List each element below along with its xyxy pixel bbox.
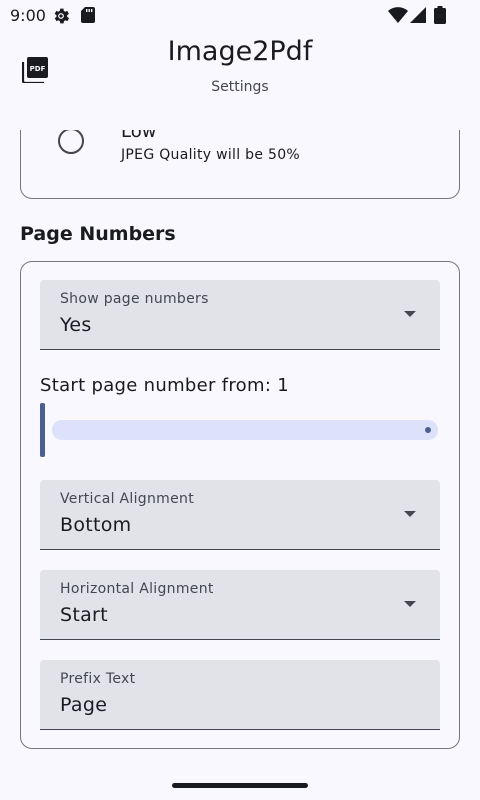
app-title: Image2Pdf: [167, 36, 313, 67]
page-numbers-section-title: Page Numbers: [20, 223, 176, 245]
prefix-text-label: Prefix Text: [60, 671, 136, 687]
settings-scroll-area[interactable]: Low JPEG Quality will be 50% Page Number…: [0, 130, 480, 770]
status-time: 9:00: [10, 6, 46, 25]
app-subtitle: Settings: [211, 79, 269, 95]
vertical-alignment-label: Vertical Alignment: [60, 491, 194, 507]
quality-low-radio[interactable]: [58, 130, 84, 154]
show-page-numbers-label: Show page numbers: [60, 291, 209, 307]
image-quality-card: Low JPEG Quality will be 50%: [20, 130, 460, 199]
vertical-alignment-value: Bottom: [60, 514, 132, 536]
start-page-number-label: Start page number from: 1: [40, 375, 289, 396]
horizontal-alignment-label: Horizontal Alignment: [60, 581, 214, 597]
battery-icon: [434, 6, 446, 24]
dropdown-arrow-icon[interactable]: [404, 601, 416, 607]
show-page-numbers-value: Yes: [60, 314, 92, 336]
horizontal-alignment-dropdown[interactable]: Horizontal Alignment Start: [40, 570, 440, 640]
status-bar: 9:00: [0, 0, 480, 30]
quality-low-description: JPEG Quality will be 50%: [121, 147, 301, 163]
start-page-slider-track[interactable]: [52, 420, 438, 440]
page-numbers-card: Show page numbers Yes Start page number …: [20, 261, 460, 749]
show-page-numbers-dropdown[interactable]: Show page numbers Yes: [40, 280, 440, 350]
prefix-text-value[interactable]: Page: [60, 694, 107, 716]
horizontal-alignment-value: Start: [60, 604, 108, 626]
sd-card-icon: [81, 7, 95, 23]
signal-icon: [410, 7, 426, 23]
dropdown-arrow-icon[interactable]: [404, 511, 416, 517]
vertical-alignment-dropdown[interactable]: Vertical Alignment Bottom: [40, 480, 440, 550]
gear-icon: [54, 8, 70, 24]
wifi-icon: [388, 7, 408, 23]
slider-stop-indicator: [425, 427, 431, 433]
quality-low-label[interactable]: Low: [121, 130, 156, 142]
start-page-slider-thumb[interactable]: [40, 403, 45, 457]
dropdown-arrow-icon[interactable]: [404, 311, 416, 317]
home-indicator[interactable]: [172, 783, 308, 788]
prefix-text-field[interactable]: Prefix Text Page: [40, 660, 440, 730]
